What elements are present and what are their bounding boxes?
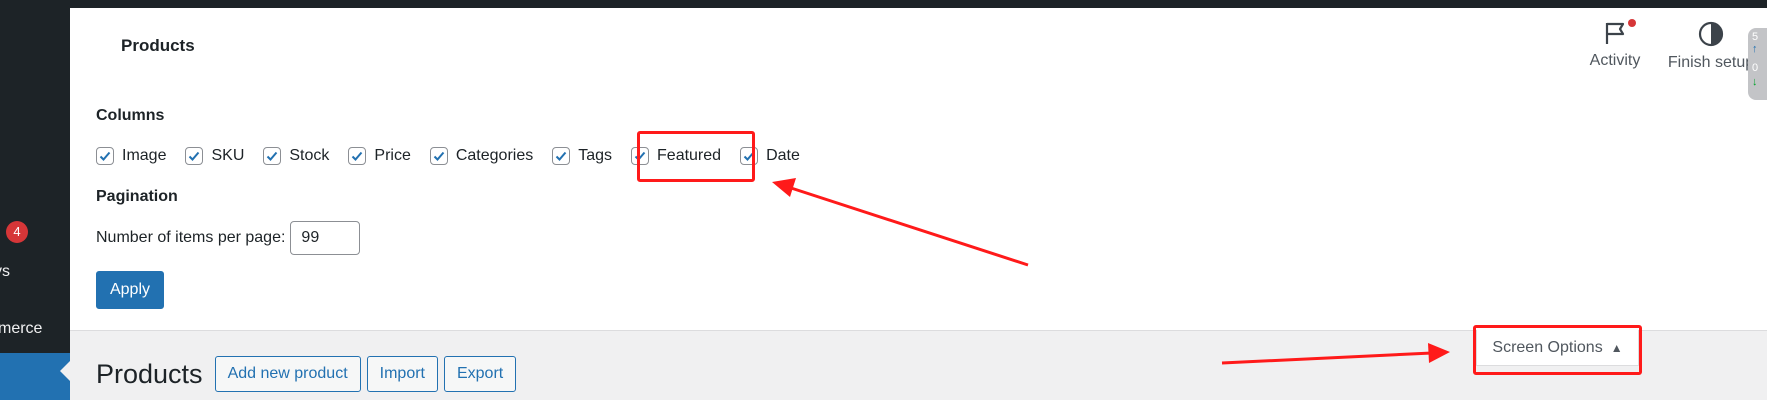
column-toggle-categories[interactable]: Categories	[429, 147, 534, 165]
column-label: Categories	[455, 147, 534, 164]
activity-button[interactable]: Activity	[1585, 19, 1645, 70]
notification-badge: 4	[6, 221, 28, 243]
column-label: Stock	[289, 147, 330, 164]
checkbox[interactable]	[429, 147, 448, 165]
column-toggle-featured[interactable]: Featured	[631, 147, 721, 165]
progress-circle-icon	[1697, 20, 1725, 48]
screen-options-panel	[70, 8, 1767, 331]
per-page-field: Number of items per page:	[96, 221, 361, 255]
arrow-down-icon: ↓	[1752, 76, 1758, 88]
column-label: Featured	[657, 147, 722, 164]
annotation-arrowhead-screen-options	[1428, 343, 1450, 363]
column-label: SKU	[211, 147, 245, 164]
column-label: Image	[122, 147, 167, 164]
page-title-row: Products Add new product Import Export	[96, 356, 522, 392]
side-status-tab[interactable]: 5 ↑ 0 ↓	[1748, 28, 1767, 100]
checkbox[interactable]	[348, 147, 367, 165]
column-label: Tags	[578, 147, 613, 164]
column-label: Price	[374, 147, 411, 164]
per-page-label: Number of items per page:	[96, 229, 286, 246]
column-toggle-image[interactable]: Image	[96, 147, 166, 165]
flag-icon	[1595, 19, 1636, 46]
column-toggle-sku[interactable]: SKU	[185, 147, 244, 165]
column-toggle-tags[interactable]: Tags	[552, 147, 612, 165]
page-title: Products	[96, 358, 203, 389]
sidebar-item-woocommerce[interactable]: merce	[0, 320, 42, 338]
admin-sidebar: 4 ys merce	[0, 0, 70, 400]
checkbox[interactable]	[96, 147, 114, 165]
checkbox[interactable]	[185, 147, 204, 165]
finish-setup-label: Finish setup	[1667, 54, 1755, 71]
screen-options-tab[interactable]: Screen Options ▲	[1476, 330, 1639, 366]
add-new-product-button[interactable]: Add new product	[214, 356, 361, 392]
apply-button[interactable]: Apply	[96, 271, 164, 309]
checkbox[interactable]	[552, 147, 571, 165]
side-tab-bottom-count: 0	[1752, 62, 1759, 74]
checkbox[interactable]	[631, 147, 650, 165]
header-title: Products	[121, 36, 195, 55]
checkbox[interactable]	[740, 147, 759, 165]
column-label: Date	[766, 147, 800, 164]
activity-dot	[1628, 19, 1636, 27]
caret-up-icon: ▲	[1610, 340, 1623, 355]
sidebar-active-notch	[60, 361, 70, 381]
column-toggle-price[interactable]: Price	[348, 147, 411, 165]
checkbox[interactable]	[263, 147, 282, 165]
import-button[interactable]: Import	[366, 356, 438, 392]
pagination-legend: Pagination	[96, 188, 178, 205]
export-button[interactable]: Export	[443, 356, 517, 392]
sidebar-item-reviews[interactable]: ys	[0, 263, 10, 281]
finish-setup-button[interactable]: Finish setup	[1666, 20, 1756, 72]
admin-top-bar	[0, 0, 1767, 8]
arrow-up-icon: ↑	[1752, 43, 1758, 55]
column-toggle-stock[interactable]: Stock	[263, 147, 329, 165]
per-page-input[interactable]	[290, 221, 361, 255]
columns-legend: Columns	[96, 107, 165, 124]
screen-options-label: Screen Options	[1492, 338, 1603, 356]
column-toggle-date[interactable]: Date	[740, 147, 800, 165]
columns-checkbox-row: Image SKU Stock Price Categories Tags Fe…	[96, 144, 819, 168]
side-tab-top-count: 5	[1752, 31, 1759, 43]
annotation-arrow-screen-options	[1221, 351, 1433, 365]
activity-label: Activity	[1589, 52, 1641, 69]
